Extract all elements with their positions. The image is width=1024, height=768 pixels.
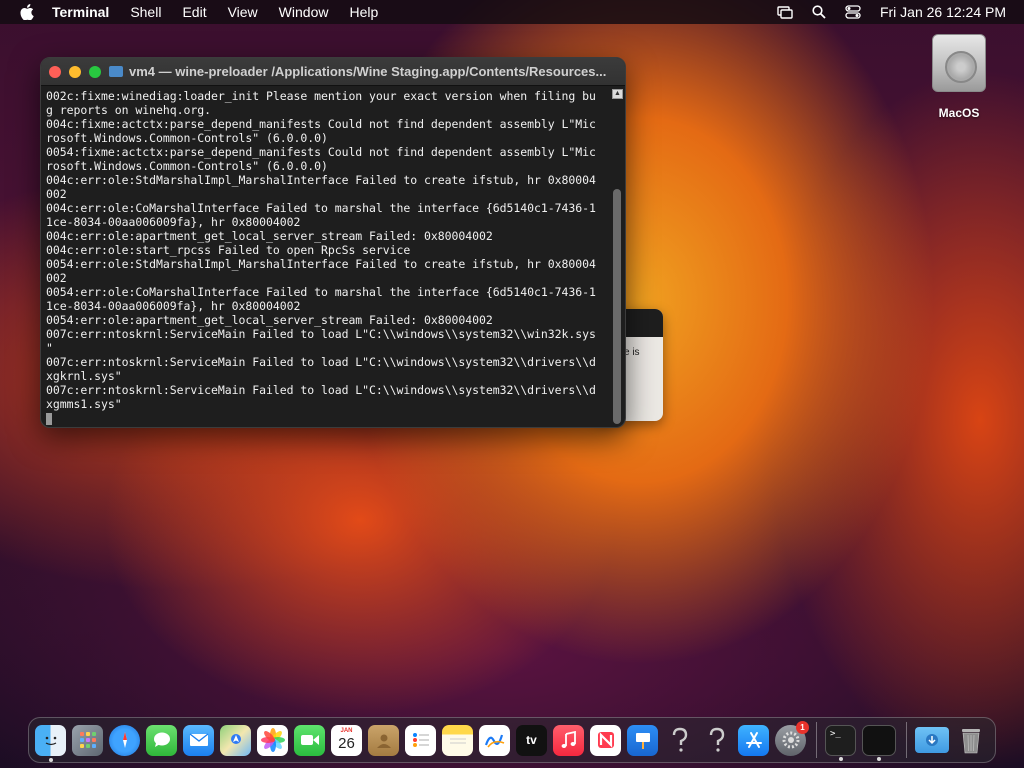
terminal-titlebar[interactable]: vm4 — wine-preloader /Applications/Wine …: [41, 58, 625, 86]
background-dialog-text: e is: [624, 347, 640, 358]
window-title: vm4 — wine-preloader /Applications/Wine …: [129, 64, 607, 79]
menu-window[interactable]: Window: [279, 4, 329, 20]
terminal-output[interactable]: 002c:fixme:winediag:loader_init Please m…: [46, 89, 612, 425]
folder-icon: [109, 66, 123, 77]
mail-icon[interactable]: [183, 724, 214, 756]
apple-tv-icon[interactable]: tv: [516, 724, 547, 756]
menu-app-terminal[interactable]: Terminal: [52, 4, 109, 20]
maps-icon[interactable]: [220, 724, 251, 756]
terminal-line: 004c:err:ole:CoMarshalInterface Failed t…: [46, 201, 596, 215]
calendar-icon[interactable]: JAN 26: [331, 724, 362, 756]
contacts-icon[interactable]: [368, 724, 399, 756]
terminal-output-area[interactable]: 002c:fixme:winediag:loader_init Please m…: [41, 87, 625, 427]
notes-icon[interactable]: [442, 724, 473, 756]
terminal-line: xgkrnl.sys": [46, 369, 122, 383]
terminal-line: xgmms1.sys": [46, 397, 122, 411]
safari-icon[interactable]: [109, 724, 140, 756]
settings-badge: 1: [796, 720, 809, 734]
terminal-line: 0054:err:ole:StdMarshalImpl_MarshalInter…: [46, 257, 596, 271]
calendar-month: JAN: [340, 728, 353, 734]
terminal-line: 1ce-8034-00aa006009fa}, hr 0x80004002: [46, 215, 301, 229]
close-button[interactable]: [49, 65, 61, 78]
terminal-line: 002c:fixme:winediag:loader_init Please m…: [46, 89, 596, 103]
terminal-line: 004c:fixme:actctx:parse_depend_manifests…: [46, 117, 596, 131]
terminal-window[interactable]: vm4 — wine-preloader /Applications/Wine …: [40, 57, 626, 428]
freeform-icon[interactable]: [479, 724, 510, 756]
tv-label: tv: [526, 733, 537, 747]
terminal-line: rosoft.Windows.Common-Controls" (6.0.0.0…: [46, 131, 328, 145]
terminal-line: 004c:err:ole:StdMarshalImpl_MarshalInter…: [46, 173, 596, 187]
hard-drive-icon[interactable]: [932, 34, 986, 92]
terminal-line: 0054:fixme:actctx:parse_depend_manifests…: [46, 145, 596, 159]
trash-icon[interactable]: [955, 725, 986, 756]
menu-edit[interactable]: Edit: [182, 4, 206, 20]
menu-bar: Terminal Shell Edit View Window Help Fri…: [0, 0, 1024, 24]
photos-icon[interactable]: [257, 724, 288, 756]
news-icon[interactable]: [590, 724, 621, 756]
menu-shell[interactable]: Shell: [130, 4, 161, 20]
terminal-line: 1ce-8034-00aa006009fa}, hr 0x80004002: [46, 299, 301, 313]
terminal-line: 007c:err:ntoskrnl:ServiceMain Failed to …: [46, 383, 596, 397]
menu-help[interactable]: Help: [349, 4, 378, 20]
running-indicator: [838, 756, 843, 761]
terminal-line: 004c:err:ole:start_rpcss Failed to open …: [46, 243, 411, 257]
zoom-button[interactable]: [89, 65, 101, 78]
terminal-line: 002: [46, 271, 67, 285]
text-cursor: [46, 412, 52, 425]
terminal-line: 004c:err:ole:apartment_get_local_server_…: [46, 229, 493, 243]
downloads-folder-icon[interactable]: [915, 727, 949, 753]
dock-separator-2: [906, 722, 907, 758]
terminal-line: ": [46, 341, 53, 355]
disk-label: MacOS: [938, 106, 980, 120]
spotlight-search-icon[interactable]: [810, 4, 828, 20]
terminal-line: 007c:err:ntoskrnl:ServiceMain Failed to …: [46, 327, 596, 341]
vertical-scrollbar[interactable]: ▲: [612, 89, 623, 425]
menubar-clock[interactable]: Fri Jan 26 12:24 PM: [880, 4, 1006, 20]
scroll-thumb[interactable]: [613, 189, 621, 424]
screen-mirroring-icon[interactable]: [776, 4, 794, 20]
dock: JAN 26 tv 1 >_: [28, 717, 996, 763]
launchpad-icon[interactable]: [72, 724, 103, 756]
scroll-up-arrow-icon[interactable]: ▲: [612, 89, 623, 99]
terminal-line: 0054:err:ole:apartment_get_local_server_…: [46, 313, 493, 327]
system-settings-icon[interactable]: 1: [775, 720, 809, 756]
keynote-icon[interactable]: [627, 724, 658, 756]
apple-menu-icon[interactable]: [18, 3, 36, 21]
menu-view[interactable]: View: [228, 4, 258, 20]
messages-icon[interactable]: [146, 724, 177, 756]
control-center-icon[interactable]: [844, 4, 862, 20]
reminders-icon[interactable]: [405, 724, 436, 756]
dock-separator: [816, 722, 817, 758]
terminal-window-thumbnail[interactable]: [862, 724, 896, 761]
music-icon[interactable]: [553, 724, 584, 756]
terminal-line: rosoft.Windows.Common-Controls" (6.0.0.0…: [46, 159, 328, 173]
terminal-app-icon[interactable]: >_: [825, 724, 856, 761]
minimize-button[interactable]: [69, 65, 81, 78]
unknown-app-question-icon[interactable]: [664, 725, 695, 756]
calendar-day: 26: [338, 735, 355, 752]
terminal-prompt-line[interactable]: [46, 411, 612, 425]
desktop-disk-macos[interactable]: MacOS: [926, 34, 992, 120]
finder-icon[interactable]: [35, 724, 66, 762]
unknown-app-question-icon-2[interactable]: [701, 725, 732, 756]
facetime-icon[interactable]: [294, 724, 325, 756]
app-store-icon[interactable]: [738, 724, 769, 756]
terminal-line: 007c:err:ntoskrnl:ServiceMain Failed to …: [46, 355, 596, 369]
running-indicator: [48, 757, 53, 762]
terminal-line: 002: [46, 187, 67, 201]
terminal-line: 0054:err:ole:CoMarshalInterface Failed t…: [46, 285, 596, 299]
terminal-line: g reports on winehq.org.: [46, 103, 211, 117]
running-indicator: [877, 756, 881, 761]
